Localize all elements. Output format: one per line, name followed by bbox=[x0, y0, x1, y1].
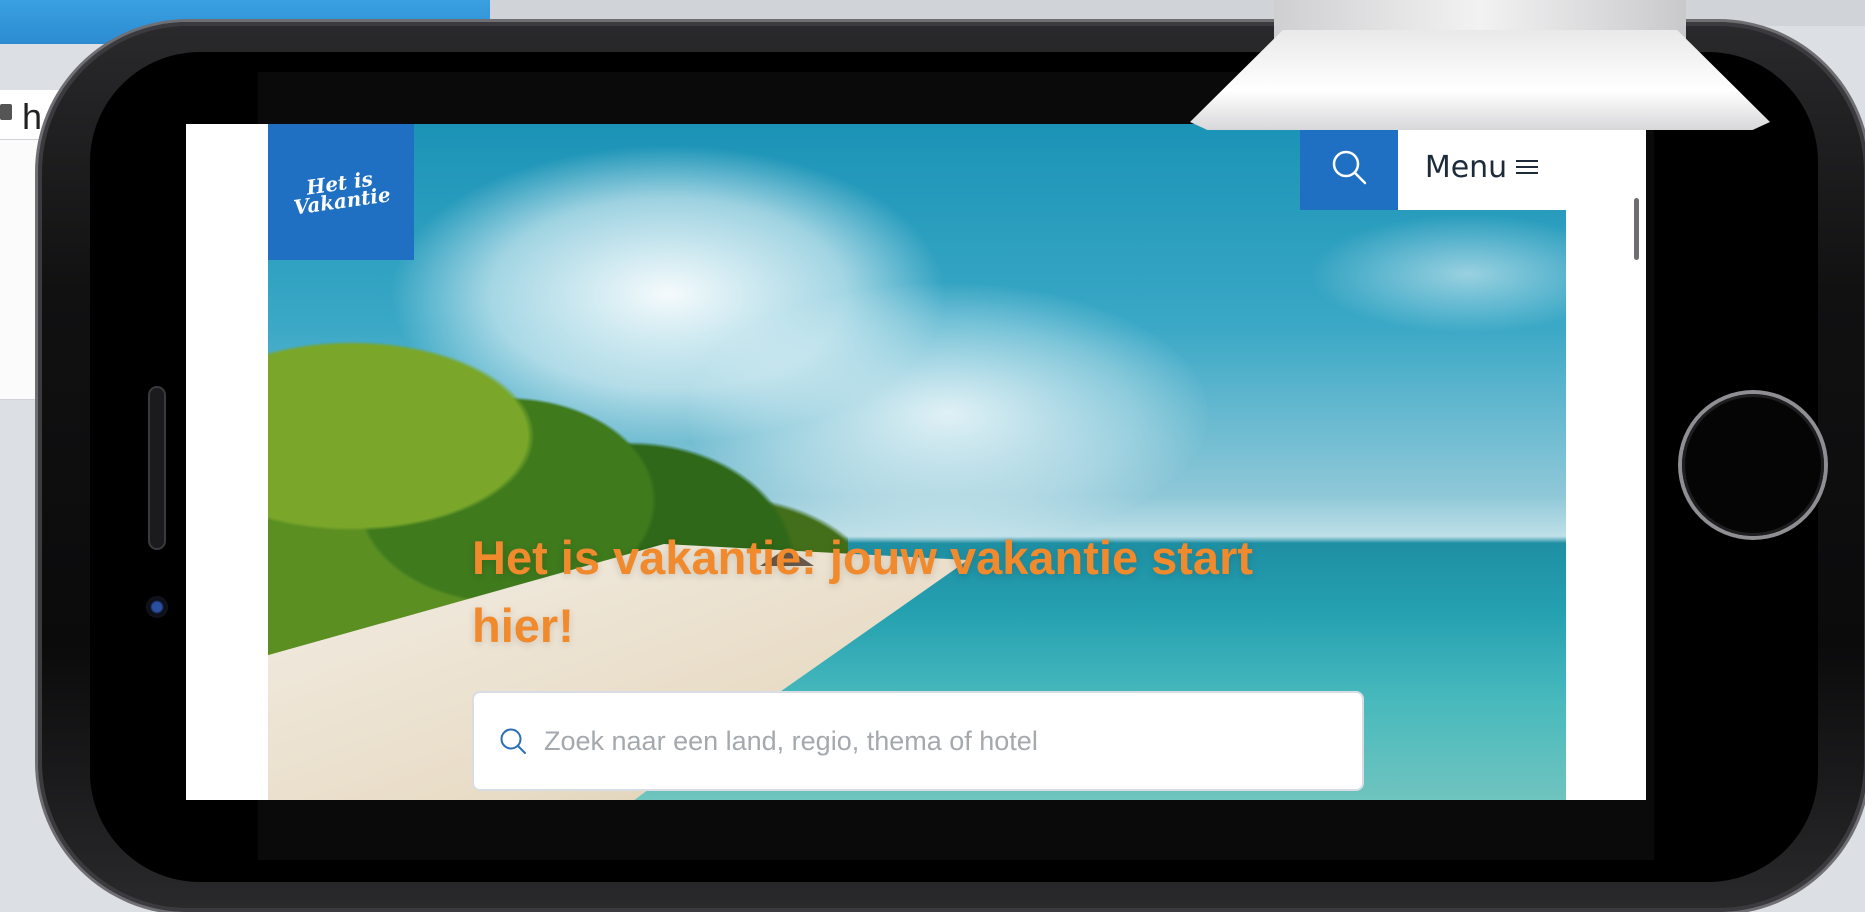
browser-url-text: h bbox=[22, 96, 43, 137]
hamburger-icon bbox=[1516, 160, 1539, 174]
menu-button[interactable]: Menu bbox=[1398, 124, 1566, 210]
header-search-button[interactable] bbox=[1300, 124, 1398, 210]
site-logo[interactable]: Het is Vakantie bbox=[268, 124, 414, 260]
hero-headline: Het is vakantie: jouw vakantie start hie… bbox=[472, 531, 1254, 652]
logo-wordmark: Het is Vakantie bbox=[292, 166, 393, 220]
page-scrollbar[interactable] bbox=[1634, 198, 1639, 260]
search-icon bbox=[500, 728, 526, 754]
phone-home-button[interactable] bbox=[1682, 394, 1824, 536]
search-icon bbox=[1332, 150, 1367, 185]
destination-search-input[interactable] bbox=[544, 725, 1324, 757]
phone-speaker-slot bbox=[150, 388, 164, 548]
website-viewport: Het is Vakantie Menu Het is vakantie: jo… bbox=[186, 124, 1646, 800]
hero-cloud bbox=[1308, 214, 1566, 334]
front-camera-icon bbox=[146, 596, 168, 618]
lock-icon bbox=[0, 104, 12, 120]
destination-search-field[interactable] bbox=[472, 691, 1364, 791]
menu-label: Menu bbox=[1424, 149, 1508, 185]
